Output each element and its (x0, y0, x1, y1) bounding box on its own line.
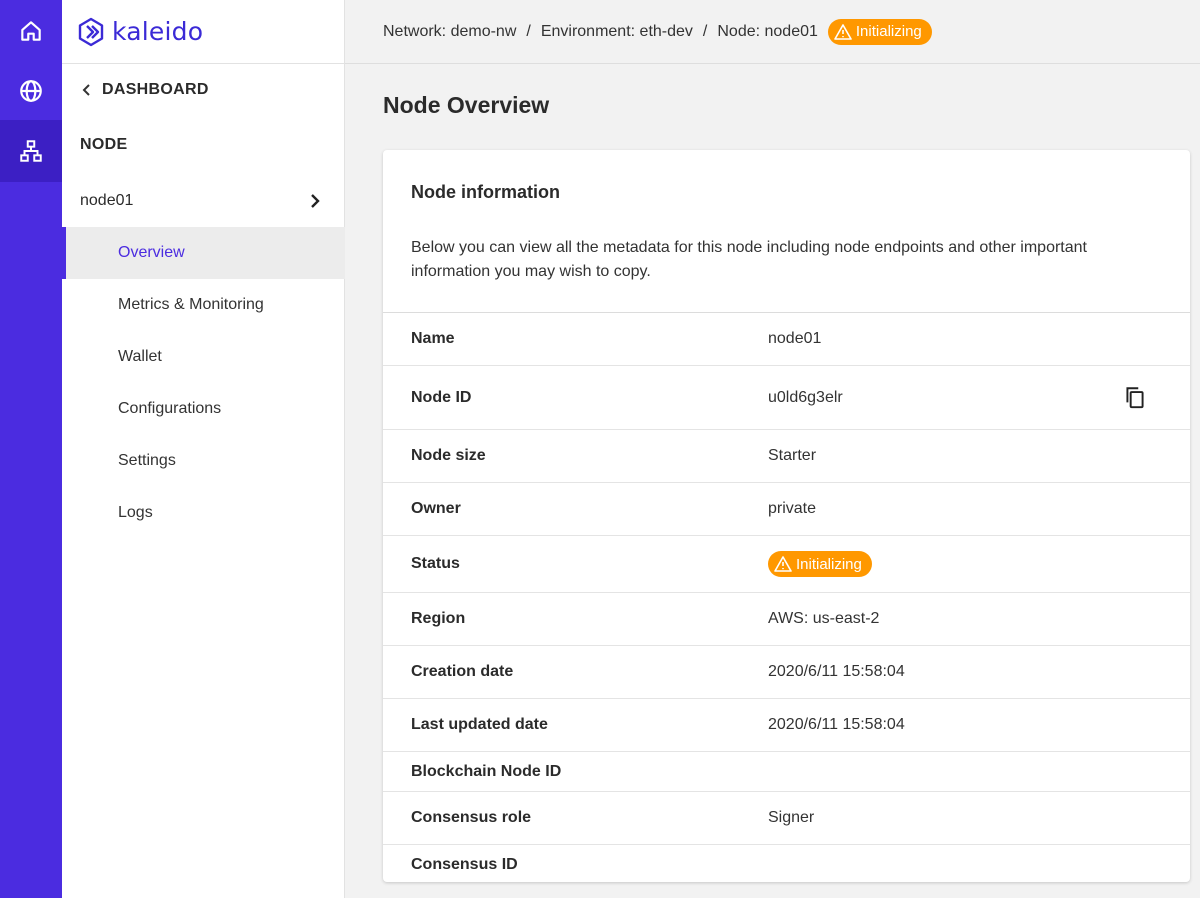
status-badge-label: Initializing (855, 23, 922, 40)
icon-rail (0, 0, 62, 898)
row-value: 2020/6/11 15:58:04 (768, 663, 905, 680)
row-label: Blockchain Node ID (411, 762, 562, 780)
node-selector-label: node01 (80, 192, 134, 209)
row-value: AWS: us-east-2 (768, 610, 880, 627)
network-icon (20, 140, 42, 162)
status-badge: Initializing (768, 551, 872, 577)
table-row: Status Initializing (383, 536, 1190, 593)
chevron-left-icon (82, 84, 90, 96)
row-value: Signer (768, 809, 815, 826)
section-heading: NODE (80, 136, 128, 153)
breadcrumb-separator: / (526, 22, 531, 40)
table-row: Creation date 2020/6/11 15:58:04 (383, 646, 1190, 699)
row-label: Node ID (411, 388, 472, 406)
rail-home-button[interactable] (0, 0, 62, 62)
row-label: Consensus ID (411, 856, 518, 873)
breadcrumb-separator: / (702, 22, 708, 40)
status-badge-label: Initializing (796, 555, 862, 573)
row-value: 2020/6/11 15:58:04 (768, 716, 905, 733)
page-title: Node Overview (383, 92, 550, 118)
card-description: Below you can view all the metadata for … (411, 239, 1087, 280)
table-row: Blockchain Node ID (383, 752, 1190, 792)
table-row: Owner private (383, 483, 1190, 536)
row-label: Region (411, 610, 466, 627)
table-row: Consensus ID (383, 845, 1190, 882)
logo[interactable]: kaleido (62, 0, 345, 64)
rail-network-button[interactable] (0, 120, 62, 182)
row-value: Starter (768, 447, 817, 464)
rail-globe-button[interactable] (0, 60, 62, 122)
kaleido-logo-icon (78, 17, 104, 46)
chevron-right-icon (311, 194, 320, 208)
nav-logs[interactable]: Logs (62, 487, 345, 539)
status-badge: Initializing (827, 18, 932, 45)
breadcrumb-environment[interactable]: Environment: eth-dev (541, 23, 693, 41)
globe-icon (20, 80, 42, 102)
back-link-label: DASHBOARD (102, 81, 209, 98)
row-label: Creation date (411, 663, 514, 680)
card-title: Node information (411, 182, 560, 202)
row-value: u0ld6g3elr (768, 388, 843, 406)
breadcrumb-network[interactable]: Network: demo-nw (383, 23, 516, 41)
table-row: Region AWS: us-east-2 (383, 593, 1190, 646)
sidebar: kaleido DASHBOARD NODE node01 Overview M… (62, 0, 345, 898)
nav-overview[interactable]: Overview (62, 227, 345, 279)
copy-node-id-button[interactable] (1120, 383, 1150, 413)
warning-icon (774, 556, 792, 572)
table-row: Consensus role Signer (383, 792, 1190, 845)
table-row: Last updated date 2020/6/11 15:58:04 (383, 699, 1190, 752)
warning-icon (834, 23, 852, 40)
copy-icon (1126, 386, 1144, 408)
row-label: Owner (411, 500, 461, 517)
nav-wallet[interactable]: Wallet (62, 331, 345, 383)
table-row: Name node01 (383, 313, 1190, 366)
row-value: private (768, 500, 817, 517)
row-label: Name (411, 330, 455, 347)
row-label: Last updated date (411, 716, 548, 733)
row-label: Consensus role (411, 809, 532, 826)
breadcrumb-node: Node: node01 (717, 22, 818, 40)
node-selector[interactable]: node01 (62, 176, 345, 226)
nav-configurations[interactable]: Configurations (62, 383, 345, 435)
nav-settings[interactable]: Settings (62, 435, 345, 487)
row-value: node01 (768, 330, 822, 347)
row-label: Status (411, 555, 460, 572)
home-icon (21, 21, 41, 41)
breadcrumb: Network: demo-nw / Environment: eth-dev … (345, 0, 1200, 64)
row-label: Node size (411, 447, 486, 464)
node-info-table: Name node01 Node ID u0ld6g3elr Node size… (383, 312, 1190, 882)
table-row: Node size Starter (383, 430, 1190, 483)
nav-metrics-monitoring[interactable]: Metrics & Monitoring (62, 279, 345, 331)
back-to-dashboard-link[interactable]: DASHBOARD (80, 78, 209, 102)
node-information-card: Node information Below you can view all … (383, 150, 1190, 882)
logo-text: kaleido (112, 17, 204, 46)
table-row: Node ID u0ld6g3elr (383, 366, 1190, 430)
